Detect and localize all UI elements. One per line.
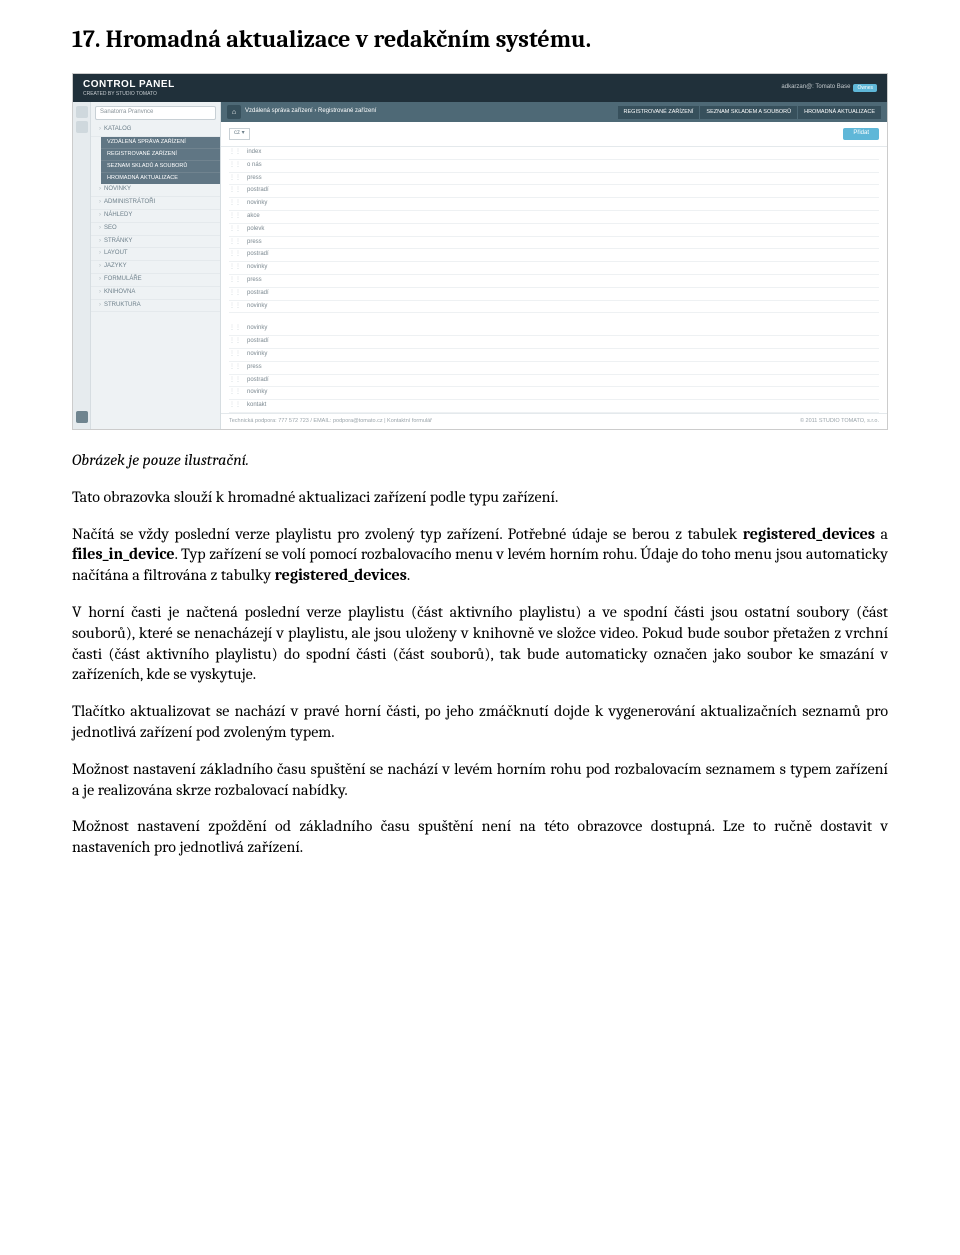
list-item: ⋮⋮kontakt [229,400,879,413]
list-item: ⋮⋮press [229,275,879,288]
cp-lang-select: cz ▾ [229,128,250,140]
sidebar-item: NÁHLEDY [91,210,220,223]
sidebar-subitem: HROMADNÁ AKTUALIZACE [101,172,220,184]
list-item: ⋮⋮o nás [229,160,879,173]
sidebar-item: SEO [91,223,220,236]
text: . [407,566,410,584]
sidebar-item: STRUKTURA [91,300,220,313]
list-item: ⋮⋮postradí [229,336,879,349]
illustration-note: Obrázek je pouze ilustrační. [72,450,888,471]
list-item: ⋮⋮novinky [229,349,879,362]
cp-breadcrumb-bar: ⌂ Vzdálená správa zařízení › Registrovan… [221,102,887,122]
cp-sidebar: Sanatorra Pranvnce KATALOGVZDÁLENÁ SPRÁV… [91,102,221,429]
sidebar-item: FORMULÁŘE [91,274,220,287]
list-item: ⋮⋮postradí [229,249,879,262]
list-item: ⋮⋮novinky [229,198,879,211]
text: a [875,525,888,543]
paragraph: V horní časti je načtená poslední verze … [72,602,888,685]
paragraph: Tato obrazovka slouží k hromadné aktuali… [72,487,888,508]
sidebar-item: NOVINKY [91,184,220,197]
sidebar-item: LAYOUT [91,248,220,261]
cp-footer-right: © 2011 STUDIO TOMATO, s.r.o. [800,418,879,425]
sidebar-item: KNIHOVNA [91,287,220,300]
list-item: ⋮⋮novinky [229,301,879,314]
sidebar-item: KATALOG [91,124,220,137]
cp-header-user: adkarzan@: Tomato Base [781,84,850,92]
sidebar-subitem: REGISTROVANÉ ZAŘÍZENÍ [101,148,220,160]
bold-term: registered_devices [743,525,875,543]
list-item: ⋮⋮akce [229,211,879,224]
cp-tab: REGISTROVANÉ ZAŘÍZENÍ [618,106,700,119]
bold-term: registered_devices [275,566,407,584]
list-item: ⋮⋮novinky [229,323,879,336]
list-item: ⋮⋮polevk [229,224,879,237]
list-item: ⋮⋮index [229,147,879,160]
list-item: ⋮⋮press [229,237,879,250]
paragraph: Možnost nastavení zpoždění od základního… [72,816,888,858]
home-icon: ⌂ [227,105,241,119]
paragraph: Načítá se vždy poslední verze playlistu … [72,524,888,586]
cp-search: Sanatorra Pranvnce [95,106,216,120]
list-item: ⋮⋮postradí [229,375,879,388]
paragraph: Možnost nastavení základního času spuště… [72,759,888,801]
page-heading: 17. Hromadná aktualizace v redakčním sys… [72,24,888,55]
sidebar-item: ADMINISTRÁTOŘI [91,197,220,210]
cp-action-btn: Přidat [843,128,879,140]
sidebar-subitem: SEZNAM SKLADŮ A SOUBORŮ [101,160,220,172]
list-item: ⋮⋮postradí [229,185,879,198]
cp-main: ⌂ Vzdálená správa zařízení › Registrovan… [221,102,887,429]
list-item: ⋮⋮novinky [229,262,879,275]
sidebar-item: JAZYKY [91,261,220,274]
cp-header: CONTROL PANEL CREATED BY STUDIO TOMATO a… [73,74,887,102]
cp-title: CONTROL PANEL [83,78,175,91]
cp-controls: cz ▾ Přidat [221,122,887,147]
list-item: ⋮⋮postradí [229,288,879,301]
sidebar-item: STRÁNKY [91,236,220,249]
bold-term: files_in_device [72,545,175,563]
cp-footer-left: Technická podpora: 777 572 723 / EMAIL: … [229,418,432,425]
cp-tool-icon [76,411,88,423]
cp-header-btn: Ownes [853,84,877,93]
cp-subtitle: CREATED BY STUDIO TOMATO [83,91,175,98]
cp-tool-icon [76,106,88,118]
paragraph: Tlačítko aktualizovat se nachází v pravé… [72,701,888,743]
cp-tool-icon [76,121,88,133]
cp-iconcol [73,102,91,429]
text: Načítá se vždy poslední verze playlistu … [72,525,743,543]
cp-tab: SEZNAM SKLADEM A SOUBORŮ [700,106,797,119]
list-item: ⋮⋮press [229,173,879,186]
cp-tab: HROMADNÁ AKTUALIZACE [798,106,881,119]
cp-breadcrumb: Vzdálená správa zařízení › Registrované … [245,108,376,116]
list-item: ⋮⋮press [229,362,879,375]
illustrative-screenshot: CONTROL PANEL CREATED BY STUDIO TOMATO a… [72,73,888,430]
cp-footer: Technická podpora: 777 572 723 / EMAIL: … [221,413,887,429]
sidebar-subitem: VZDÁLENÁ SPRÁVA ZAŘÍZENÍ [101,137,220,148]
text: . Typ zařízení se volí pomocí rozbalovac… [72,545,888,584]
list-item: ⋮⋮novinky [229,387,879,400]
